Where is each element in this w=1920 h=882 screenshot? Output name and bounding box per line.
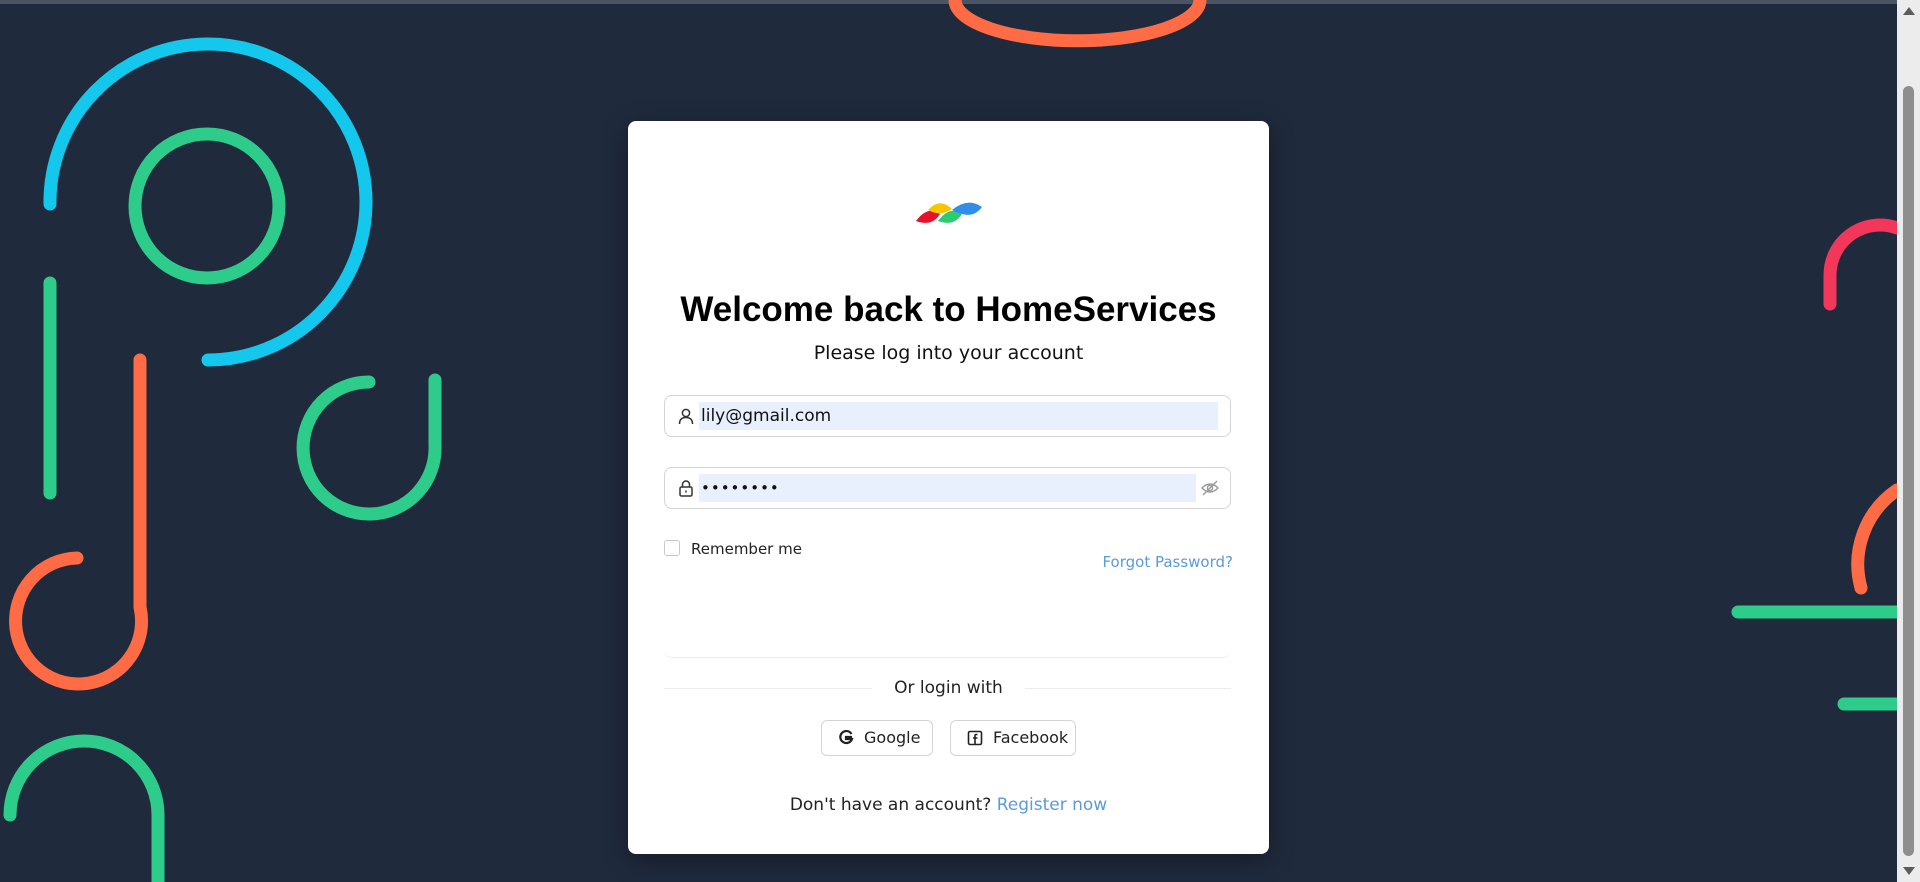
login-card: Welcome back to HomeServices Please log … bbox=[628, 121, 1269, 854]
deco-green-arch bbox=[3, 734, 165, 882]
deco-orange-top bbox=[948, 0, 1207, 48]
facebook-label: Facebook bbox=[993, 728, 1069, 747]
register-link[interactable]: Register now bbox=[997, 795, 1107, 815]
remember-label[interactable]: Remember me bbox=[691, 539, 802, 559]
register-prompt: Don't have an account? Register now bbox=[628, 793, 1269, 817]
user-icon bbox=[678, 408, 694, 425]
email-field[interactable] bbox=[664, 395, 1231, 437]
lock-icon bbox=[679, 480, 693, 497]
page-title: Welcome back to HomeServices bbox=[680, 290, 1217, 329]
password-input[interactable]: •••••••• bbox=[699, 474, 1196, 502]
deco-orange-right bbox=[1851, 483, 1897, 595]
deco-green-u bbox=[296, 373, 442, 521]
scrollbar-thumb[interactable] bbox=[1903, 86, 1914, 856]
remember-checkbox[interactable] bbox=[664, 540, 680, 556]
register-prompt-text: Don't have an account? bbox=[789, 795, 992, 815]
scroll-up-icon[interactable] bbox=[1903, 7, 1915, 15]
deco-cyan-arc bbox=[43, 37, 373, 367]
deco-orange-hook bbox=[9, 353, 149, 691]
divider-right bbox=[1025, 688, 1231, 689]
email-input[interactable] bbox=[699, 402, 1218, 430]
facebook-login-button[interactable]: Facebook bbox=[950, 720, 1076, 756]
page-scrollbar[interactable] bbox=[1897, 0, 1920, 882]
deco-pink-arc bbox=[1823, 218, 1897, 311]
google-label: Google bbox=[864, 728, 921, 747]
homeservices-logo bbox=[916, 202, 982, 223]
page-subtitle: Please log into your account bbox=[813, 342, 1084, 364]
google-login-button[interactable]: Google bbox=[821, 720, 933, 756]
scroll-down-icon[interactable] bbox=[1903, 867, 1915, 875]
facebook-icon bbox=[967, 730, 983, 746]
form-section-border bbox=[664, 591, 1231, 658]
eye-slash-icon[interactable] bbox=[1200, 478, 1220, 498]
forgot-password-link[interactable]: Forgot Password? bbox=[1102, 552, 1233, 572]
password-field[interactable]: •••••••• bbox=[664, 467, 1231, 509]
deco-green-ring bbox=[128, 127, 286, 285]
google-icon bbox=[839, 730, 854, 745]
